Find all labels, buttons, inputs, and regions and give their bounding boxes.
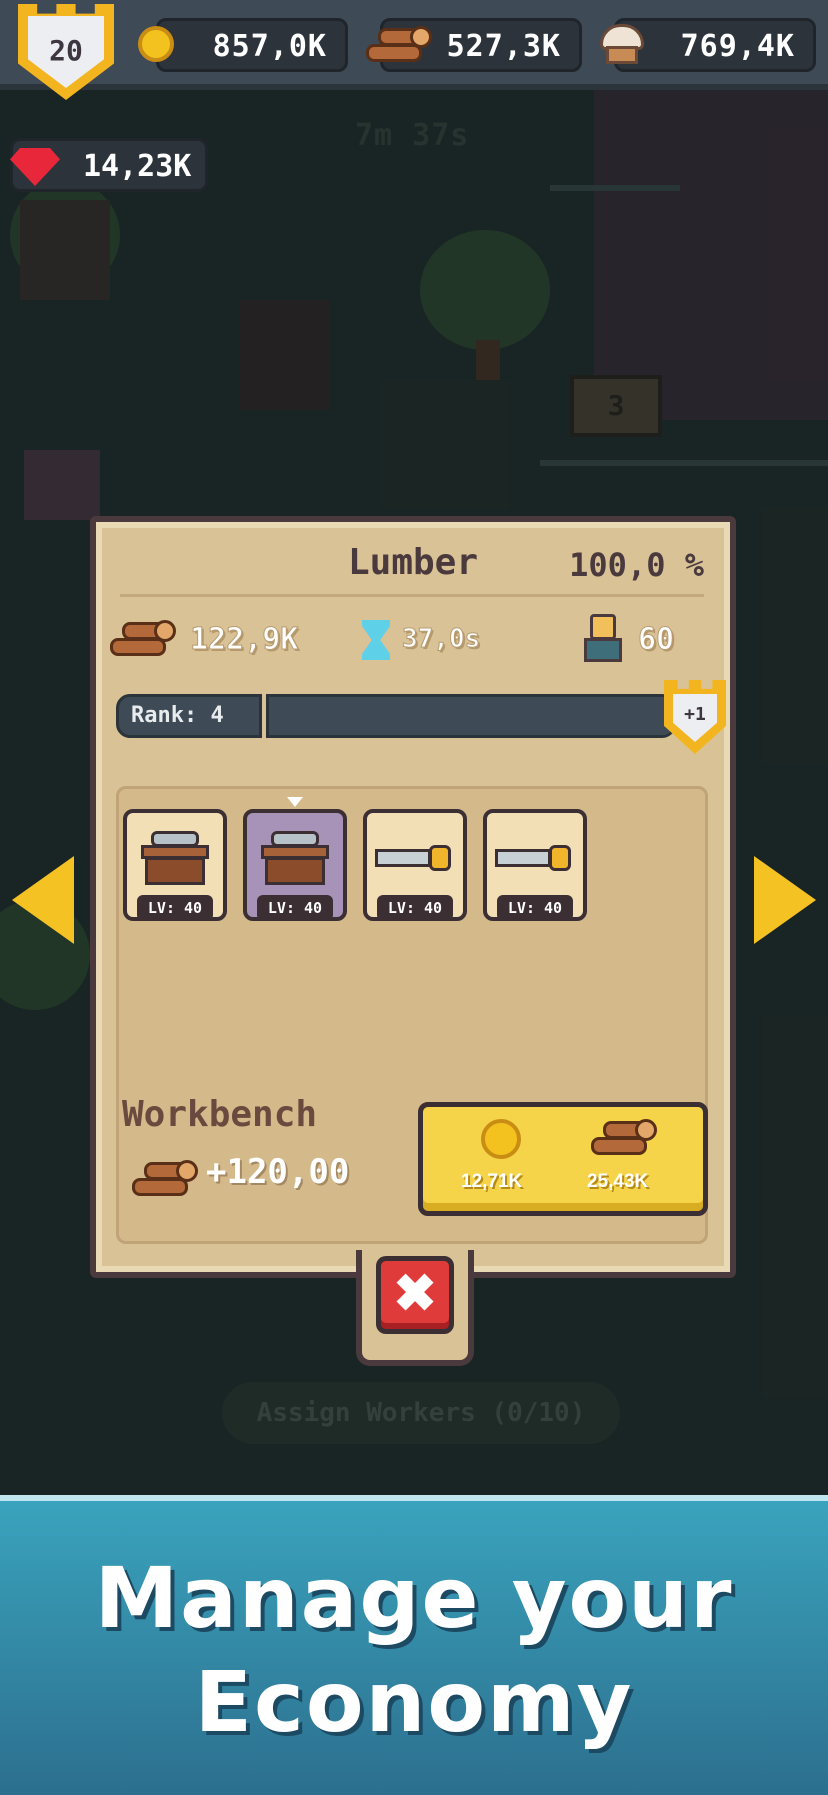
top-resource-bar: 20 857,0K 527,3K 769,4K: [0, 0, 828, 100]
rank-label: Rank: 4: [116, 694, 262, 738]
gold-coin-icon: [481, 1119, 521, 1159]
equipment-slot-saw[interactable]: LV: 40: [483, 809, 587, 921]
building-panel: Lumber 100,0 % 122,9K 37,0s 60 Rank: 4 +…: [90, 516, 736, 1278]
rank-progress-fill: [269, 697, 673, 735]
promo-banner: Manage your Economy: [0, 1495, 828, 1795]
rank-up-label: +1: [684, 704, 706, 725]
equipment-slot-saw[interactable]: LV: 40: [363, 809, 467, 921]
workbench-icon: [141, 831, 209, 885]
close-icon: ✖: [393, 1265, 437, 1323]
equipment-level: LV: 40: [137, 895, 213, 921]
wood-value: 527,3K: [446, 29, 561, 64]
equipment-level: LV: 40: [377, 895, 453, 921]
banner-line-2: Economy: [194, 1653, 634, 1751]
workbench-icon: [261, 831, 329, 885]
banner-line-1: Manage your: [94, 1549, 734, 1647]
equipment-slot-workbench[interactable]: LV: 40: [123, 809, 227, 921]
efficiency-percent: 100,0 %: [569, 546, 704, 584]
food-value: 769,4K: [680, 29, 795, 64]
close-button[interactable]: ✖: [376, 1256, 454, 1334]
equipment-slot-workbench-selected[interactable]: LV: 40: [243, 797, 347, 921]
upgrade-wood-cost: 25,43K: [587, 1171, 649, 1192]
rank-progress-bar: [266, 694, 676, 738]
selected-item-name: Workbench: [122, 1094, 318, 1135]
muffin-icon: [598, 24, 646, 64]
equipment-level: LV: 40: [497, 895, 573, 921]
wood-log-icon: [591, 1119, 657, 1157]
hourglass-icon: [362, 620, 390, 660]
gold-coin-icon: [138, 26, 174, 62]
selected-item-yield: +120,00: [206, 1152, 350, 1192]
wood-log-icon: [366, 26, 432, 64]
gold-value: 857,0K: [212, 29, 327, 64]
worker-icon: [582, 614, 624, 662]
wood-log-icon: [132, 1160, 198, 1198]
upgrade-button[interactable]: 12,71K 25,43K: [418, 1102, 708, 1216]
equipment-level: LV: 40: [257, 895, 333, 921]
wood-log-icon: [110, 620, 176, 658]
time-value: 37,0s: [401, 624, 481, 655]
upgrade-gold-cost: 12,71K: [461, 1171, 523, 1192]
wood-rate-value: 122,9K: [189, 622, 299, 658]
selected-indicator-icon: [287, 797, 303, 807]
gem-value: 14,23K: [83, 149, 192, 184]
saw-icon: [375, 843, 451, 873]
saw-icon: [495, 843, 571, 873]
divider: [120, 594, 704, 597]
rank-progress: Rank: 4 +1: [116, 680, 726, 754]
rank-up-button[interactable]: +1: [664, 680, 726, 754]
level-badge[interactable]: 20: [18, 4, 114, 100]
gold-counter[interactable]: 857,0K: [156, 18, 348, 72]
level-number: 20: [49, 34, 83, 67]
workers-value: 60: [637, 622, 675, 658]
